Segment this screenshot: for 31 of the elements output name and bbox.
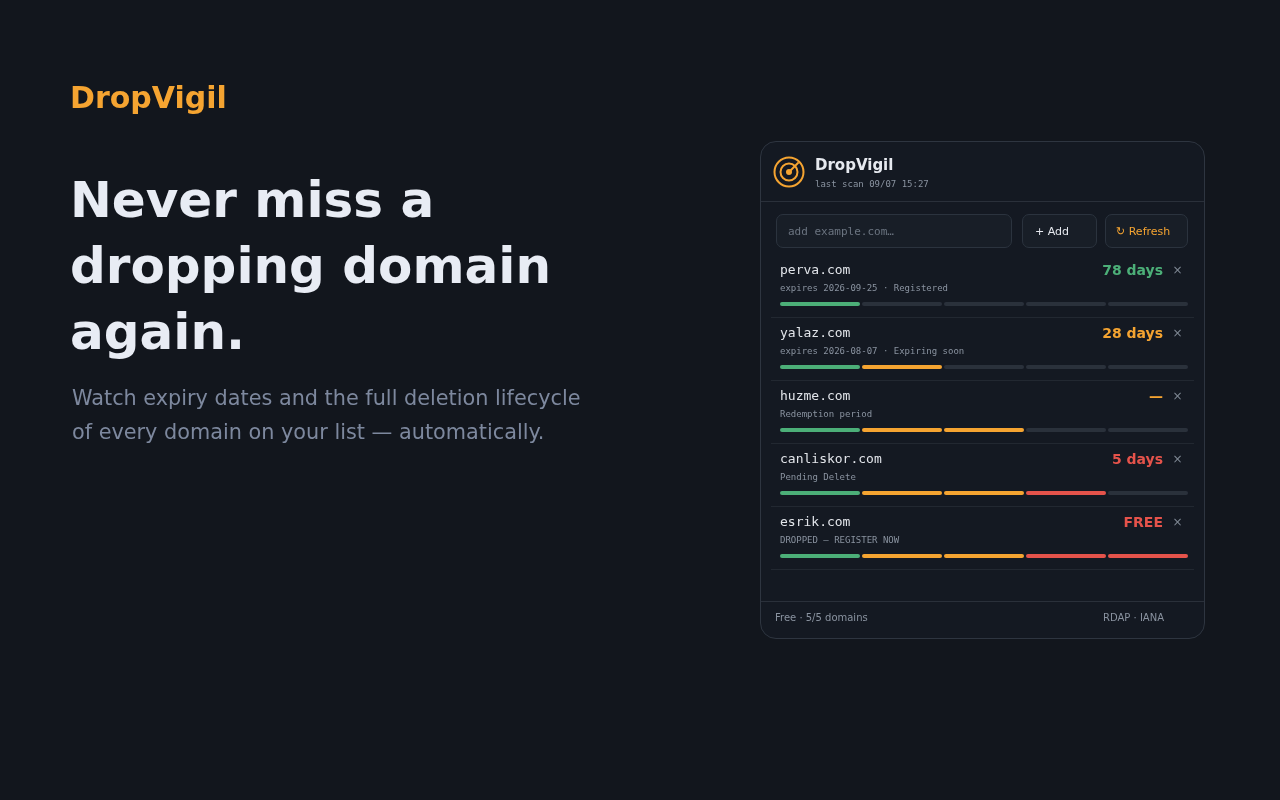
domain-name: canliskor.com [780, 451, 882, 467]
time-remaining: FREE [1123, 514, 1163, 530]
domain-input[interactable]: add example.com… [776, 214, 1012, 248]
brand-logo: DropVigil [70, 80, 227, 116]
domain-status: expires 2026-09-25 · Registered [780, 282, 949, 295]
domain-name: esrik.com [780, 514, 851, 530]
remove-button[interactable]: × [1172, 388, 1183, 404]
domain-status: DROPPED — REGISTER NOW [780, 534, 901, 547]
domain-name: huzme.com [780, 388, 851, 404]
domain-name: perva.com [780, 262, 851, 278]
hero-heading: Never miss a dropping domain again. [70, 170, 553, 363]
time-remaining: 5 days [1111, 451, 1163, 467]
remove-button[interactable]: × [1172, 451, 1183, 467]
domain-name: yalaz.com [780, 325, 851, 341]
time-remaining: 78 days [1102, 262, 1163, 278]
domain-status: Pending Delete [780, 471, 857, 484]
domain-status: Redemption period [780, 408, 874, 421]
domain-status: expires 2026-08-07 · Expiring soon [780, 345, 966, 358]
radar-icon [773, 155, 805, 188]
panel-title: DropVigil [815, 156, 894, 174]
hero-subtitle: Watch expiry dates and the full deletion lifecycle of every domain on your list — automatically. [72, 385, 582, 446]
remove-button[interactable]: × [1172, 514, 1183, 530]
plan-usage: Free · 5/5 domains [775, 612, 868, 624]
remove-button[interactable]: × [1172, 325, 1183, 341]
add-button[interactable]: + Add [1022, 214, 1097, 248]
data-sources: RDAP · IANA [1103, 612, 1164, 624]
remove-button[interactable]: × [1172, 262, 1183, 278]
last-scan-time: last scan 09/07 15:27 [815, 178, 929, 190]
refresh-button[interactable]: ↻ Refresh [1105, 214, 1188, 248]
time-remaining: — [1149, 388, 1163, 404]
time-remaining: 28 days [1102, 325, 1163, 341]
